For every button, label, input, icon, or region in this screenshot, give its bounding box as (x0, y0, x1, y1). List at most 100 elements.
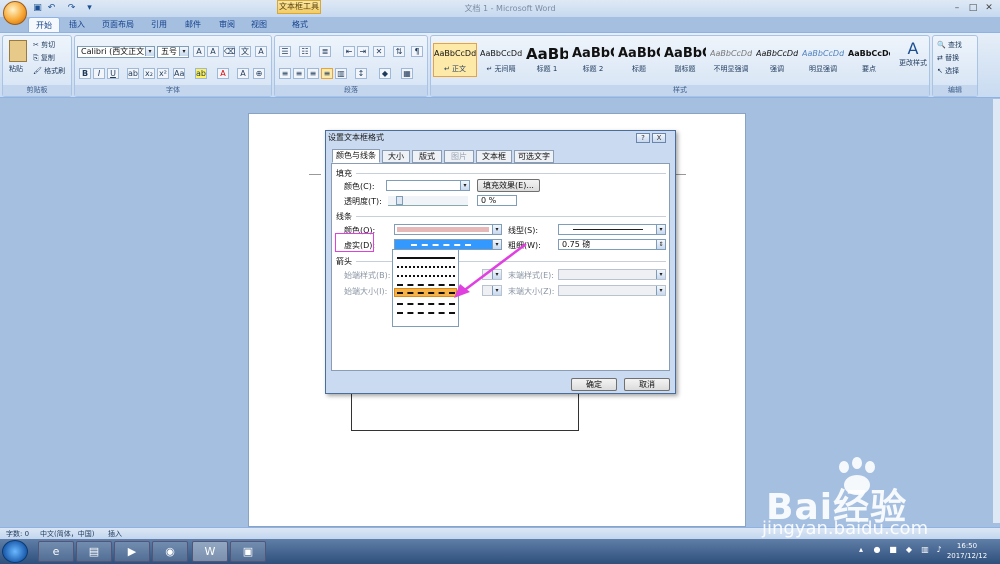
copy-button[interactable]: ⎘ 复制 (33, 53, 55, 63)
slider-thumb[interactable] (396, 196, 403, 205)
char-shading-icon[interactable]: A (237, 68, 249, 79)
asian-layout-icon[interactable]: ✕ (373, 46, 385, 57)
tab-home[interactable]: 开始 (28, 17, 60, 32)
dash-option-dash-dot[interactable] (397, 303, 455, 305)
style-item[interactable]: AaBbC 标题 (617, 43, 661, 77)
font-size-select[interactable]: 五号 ▾ (157, 46, 189, 58)
align-center-icon[interactable]: ≡ (293, 68, 305, 79)
bold-icon[interactable]: B (79, 68, 91, 79)
style-item[interactable]: AaBbC 标题 2 (571, 43, 615, 77)
maximize-button[interactable]: □ (966, 2, 980, 14)
transparency-slider[interactable] (388, 196, 468, 206)
enclose-char-icon[interactable]: ⊕ (253, 68, 265, 79)
change-case-icon[interactable]: Aa (173, 68, 185, 79)
paste-button[interactable]: 粘贴 (9, 64, 23, 74)
tab-review[interactable]: 审阅 (212, 17, 242, 32)
explorer-icon[interactable]: ▤ (76, 541, 112, 562)
numbering-icon[interactable]: ☷ (299, 46, 311, 57)
paste-icon[interactable] (9, 40, 27, 62)
distributed-icon[interactable]: ▥ (335, 68, 347, 79)
align-right-icon[interactable]: ≡ (307, 68, 319, 79)
highlight-icon[interactable]: ab (195, 68, 207, 79)
cut-button[interactable]: ✂ 剪切 (33, 40, 55, 50)
fill-effects-button[interactable]: 填充效果(E)... (477, 179, 540, 192)
tab-textbox[interactable]: 文本框 (476, 150, 512, 163)
phonetic-guide-icon[interactable]: 文 (239, 46, 251, 57)
style-item[interactable]: AaBbCcDd 要点 (847, 43, 891, 77)
style-item[interactable]: AaBbCcDd 强调 (755, 43, 799, 77)
style-item[interactable]: AaBbCcDd 不明显强调 (709, 43, 753, 77)
transparency-input[interactable]: 0 % (477, 195, 517, 206)
find-button[interactable]: 🔍 查找 (937, 40, 962, 50)
tab-size[interactable]: 大小 (382, 150, 410, 163)
tab-page-layout[interactable]: 页面布局 (96, 17, 140, 32)
ok-button[interactable]: 确定 (571, 378, 617, 391)
help-button[interactable]: ? (636, 133, 650, 143)
justify-icon[interactable]: ≡ (321, 68, 333, 79)
camera-icon[interactable]: ▣ (230, 541, 266, 562)
superscript-icon[interactable]: x² (157, 68, 169, 79)
sort-icon[interactable]: ⇅ (393, 46, 405, 57)
vertical-scrollbar[interactable] (993, 99, 1000, 523)
tray-icon[interactable]: ◆ (904, 545, 914, 555)
spinner-icon[interactable]: ⇕ (656, 240, 665, 249)
weight-input[interactable]: 0.75 磅 ⇕ (558, 239, 666, 250)
borders-icon[interactable]: ▦ (401, 68, 413, 79)
clock[interactable]: 16:50 2017/12/12 (946, 541, 988, 561)
style-item[interactable]: AaBbCcDd ↵ 正文 (433, 43, 477, 77)
save-icon[interactable]: ▣ (32, 3, 43, 13)
replace-button[interactable]: ⇄ 替换 (937, 53, 959, 63)
insert-mode-status[interactable]: 插入 (108, 529, 122, 539)
underline-icon[interactable]: U (107, 68, 119, 79)
increase-indent-icon[interactable]: ⇥ (357, 46, 369, 57)
align-left-icon[interactable]: ≡ (279, 68, 291, 79)
network-icon[interactable]: ▥ (920, 545, 930, 555)
subscript-icon[interactable]: x₂ (143, 68, 155, 79)
shading-icon[interactable]: ◆ (379, 68, 391, 79)
style-item[interactable]: AaBbC 副标题 (663, 43, 707, 77)
redo-icon[interactable]: ↷ (66, 3, 77, 13)
shrink-font-icon[interactable]: A (207, 46, 219, 57)
font-name-select[interactable]: Calibri (西文正文) ▾ (77, 46, 155, 58)
tab-mailings[interactable]: 邮件 (178, 17, 208, 32)
office-button[interactable] (3, 1, 27, 25)
format-painter-button[interactable]: 🖌 格式刷 (33, 66, 65, 76)
ie-icon[interactable]: e (38, 541, 74, 562)
tab-layout[interactable]: 版式 (412, 150, 442, 163)
tab-view[interactable]: 视图 (244, 17, 274, 32)
grow-font-icon[interactable]: A (193, 46, 205, 57)
media-player-icon[interactable]: ▶ (114, 541, 150, 562)
tray-icon[interactable]: ● (872, 545, 882, 555)
line-style-select[interactable]: ▾ (558, 224, 666, 235)
word-count[interactable]: 字数: 0 (6, 529, 29, 539)
font-color-icon[interactable]: A (217, 68, 229, 79)
dash-option-long-dash-dot[interactable] (397, 312, 455, 314)
cancel-button[interactable]: 取消 (624, 378, 670, 391)
fill-color-select[interactable]: ▾ (386, 180, 470, 191)
tab-format[interactable]: 格式 (282, 17, 318, 32)
line-spacing-icon[interactable]: ↕ (355, 68, 367, 79)
undo-icon[interactable]: ↶ (46, 3, 57, 13)
bullets-icon[interactable]: ☰ (279, 46, 291, 57)
tab-insert[interactable]: 插入 (62, 17, 92, 32)
close-window-button[interactable]: ✕ (982, 2, 996, 14)
tab-alt-text[interactable]: 可选文字 (514, 150, 554, 163)
tray-icon[interactable]: ▴ (856, 545, 866, 555)
start-button[interactable] (2, 540, 28, 563)
dialog-close-button[interactable]: X (652, 133, 666, 143)
customize-qat-icon[interactable]: ▾ (84, 3, 95, 13)
change-styles-button[interactable]: A 更改样式 (899, 40, 927, 68)
line-color-select[interactable]: ▾ (394, 224, 502, 235)
volume-icon[interactable]: ♪ (934, 545, 944, 555)
char-border-icon[interactable]: A (255, 46, 267, 57)
tray-icon[interactable]: ■ (888, 545, 898, 555)
italic-icon[interactable]: I (93, 68, 105, 79)
strikethrough-icon[interactable]: ab (127, 68, 139, 79)
multilevel-list-icon[interactable]: ≣ (319, 46, 331, 57)
select-button[interactable]: ↖ 选择 (937, 66, 959, 76)
style-item[interactable]: AaBbCcDd ↵ 无间隔 (479, 43, 523, 77)
minimize-button[interactable]: – (950, 2, 964, 14)
chrome-icon[interactable]: ◉ (152, 541, 188, 562)
style-item[interactable]: AaBbCcDd 明显强调 (801, 43, 845, 77)
language-status[interactable]: 中文(简体，中国) (40, 529, 94, 539)
